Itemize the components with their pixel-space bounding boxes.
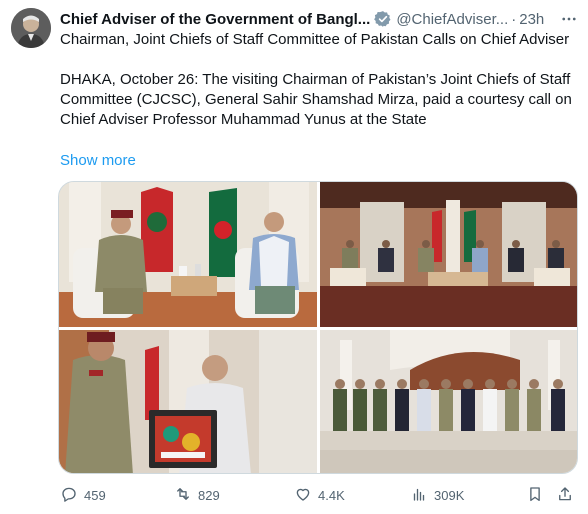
photo-meeting-seated[interactable] (59, 182, 317, 327)
views-chart-icon (410, 485, 428, 506)
photo-meeting-room[interactable] (320, 182, 577, 327)
like-count: 4.4K (318, 487, 345, 503)
repost-button[interactable]: 829 (174, 484, 220, 506)
heart-icon (294, 485, 312, 506)
share-button[interactable] (556, 484, 574, 506)
show-more-link[interactable]: Show more (60, 151, 136, 171)
more-options-icon[interactable] (560, 10, 578, 28)
author-handle[interactable]: @ChiefAdviser... (396, 11, 508, 28)
reply-count: 459 (84, 487, 106, 503)
repost-icon (174, 485, 192, 506)
verified-badge-icon (374, 10, 392, 28)
media-grid (58, 181, 578, 474)
reply-icon (60, 485, 78, 506)
avatar[interactable] (11, 8, 51, 48)
photo-gift-exchange[interactable] (59, 330, 317, 473)
tweet-timestamp[interactable]: 23h (519, 11, 544, 28)
tweet-body: DHAKA, October 26: The visiting Chairman… (60, 71, 572, 128)
like-button[interactable]: 4.4K (294, 484, 345, 506)
views-button[interactable]: 309K (410, 484, 464, 506)
author-name[interactable]: Chief Adviser of the Government of Bangl… (60, 11, 370, 28)
tweet-header: Chief Adviser of the Government of Bangl… (60, 8, 582, 30)
photo-group[interactable] (320, 330, 577, 473)
bookmark-icon (526, 485, 544, 506)
header-separator: · (511, 10, 517, 28)
reply-button[interactable]: 459 (60, 484, 106, 506)
views-count: 309K (434, 487, 465, 503)
repost-count: 829 (198, 487, 220, 503)
share-icon (556, 485, 574, 506)
action-bar: 459 829 4.4K 309K (56, 484, 578, 506)
bookmark-button[interactable] (526, 484, 544, 506)
tweet-headline: Chairman, Joint Chiefs of Staff Committe… (60, 31, 570, 48)
tweet-text: Chairman, Joint Chiefs of Staff Committe… (60, 30, 580, 130)
